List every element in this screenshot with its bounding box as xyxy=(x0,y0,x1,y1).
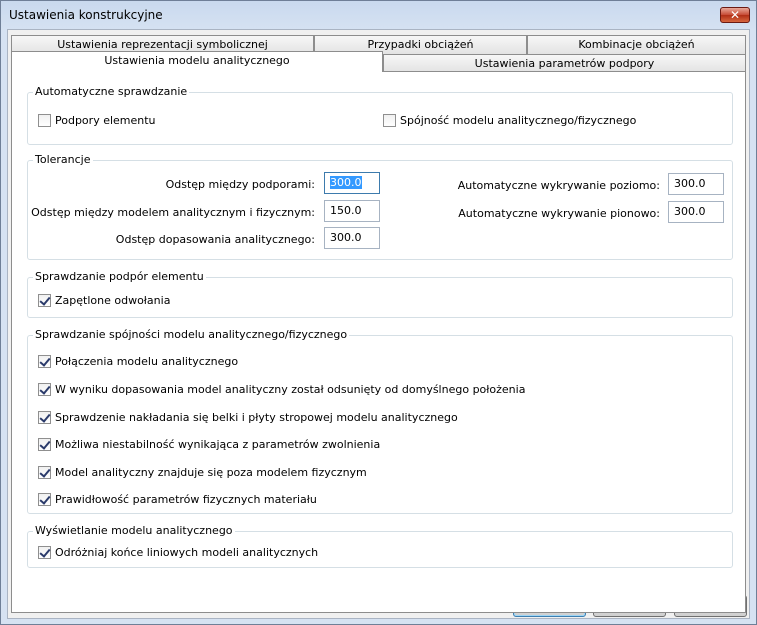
group-auto-check: Automatyczne sprawdzanie Podpory element… xyxy=(27,85,733,145)
label-analytical-physical-spacing: Odstęp między modelem analitycznym i fiz… xyxy=(31,206,315,219)
label-auto-detect-vertical: Automatyczne wykrywanie pionowo: xyxy=(458,207,660,220)
dialog-window: Ustawienia konstrukcyjne ✕ Ustawienia re… xyxy=(0,0,757,625)
group-display: Wyświetlanie modelu analitycznego Odróżn… xyxy=(27,524,733,568)
label-auto-detect-horizontal: Automatyczne wykrywanie poziomo: xyxy=(457,179,660,192)
checkbox-label: Połączenia modelu analitycznego xyxy=(55,355,239,368)
checkbox-label: Prawidłowość parametrów fizycznych mater… xyxy=(55,493,317,506)
checkbox-label: W wyniku dopasowania model analityczny z… xyxy=(55,383,526,396)
checkbox-element-supports[interactable] xyxy=(38,114,51,127)
checkbox-release-instability[interactable] xyxy=(38,438,51,451)
group-title: Tolerancje xyxy=(33,153,93,166)
label-analytical-fit-spacing: Odstęp dopasowania analitycznego: xyxy=(115,233,315,246)
group-title: Wyświetlanie modelu analitycznego xyxy=(33,524,235,537)
checkbox-analytical-connections[interactable] xyxy=(38,355,51,368)
checkbox-model-consistency[interactable] xyxy=(383,114,396,127)
group-title: Sprawdzanie spójności modelu analityczne… xyxy=(33,328,350,341)
group-title: Sprawdzanie podpór elementu xyxy=(33,270,206,283)
input-auto-detect-horizontal[interactable]: 300.0 xyxy=(668,173,724,195)
input-analytical-physical-spacing[interactable]: 150.0 xyxy=(324,200,380,222)
input-analytical-fit-spacing[interactable]: 300.0 xyxy=(324,227,380,249)
close-icon: ✕ xyxy=(729,8,741,22)
window-title: Ustawienia konstrukcyjne xyxy=(9,8,163,22)
group-support-check: Sprawdzanie podpór elementu Zapętlone od… xyxy=(27,270,733,318)
checkbox-label: Podpory elementu xyxy=(55,114,156,127)
group-tolerances: Tolerancje Odstęp między podporami: 300.… xyxy=(27,153,733,260)
tab-support-parameters[interactable]: Ustawienia parametrów podpory xyxy=(383,54,746,72)
checkbox-circular-references[interactable] xyxy=(38,294,51,307)
tab-analytical-model-settings[interactable]: Ustawienia modelu analitycznego xyxy=(11,51,383,72)
checkbox-distinguish-ends[interactable] xyxy=(38,546,51,559)
close-button[interactable]: ✕ xyxy=(720,7,750,23)
checkbox-label: Zapętlone odwołania xyxy=(55,294,171,307)
input-support-spacing[interactable]: 300.0 xyxy=(324,172,380,194)
checkbox-material-parameters[interactable] xyxy=(38,493,51,506)
group-title: Automatyczne sprawdzanie xyxy=(33,85,190,98)
checkbox-label: Model analityczny znajduje się poza mode… xyxy=(55,466,367,479)
checkbox-beam-slab-overlap[interactable] xyxy=(38,411,51,424)
checkbox-label: Sprawdzenie nakładania się belki i płyty… xyxy=(55,411,458,424)
checkbox-model-offset[interactable] xyxy=(38,383,51,396)
checkbox-label: Odróżniaj końce liniowych modeli anality… xyxy=(55,546,319,559)
group-consistency-check: Sprawdzanie spójności modelu analityczne… xyxy=(27,328,733,514)
checkbox-label: Spójność modelu analitycznego/fizycznego xyxy=(400,114,637,127)
dialog-client-area: Ustawienia reprezentacji symbolicznej Pr… xyxy=(7,29,750,619)
input-value: 300.0 xyxy=(330,176,362,189)
input-auto-detect-vertical[interactable]: 300.0 xyxy=(668,201,724,223)
checkbox-label: Możliwa niestabilność wynikająca z param… xyxy=(55,438,381,451)
title-bar[interactable]: Ustawienia konstrukcyjne ✕ xyxy=(1,1,756,29)
label-support-spacing: Odstęp między podporami: xyxy=(165,178,315,191)
tab-load-combinations[interactable]: Kombinacje obciążeń xyxy=(527,35,746,54)
tab-panel: Automatyczne sprawdzanie Podpory element… xyxy=(11,71,746,613)
checkbox-model-outside-physical[interactable] xyxy=(38,466,51,479)
